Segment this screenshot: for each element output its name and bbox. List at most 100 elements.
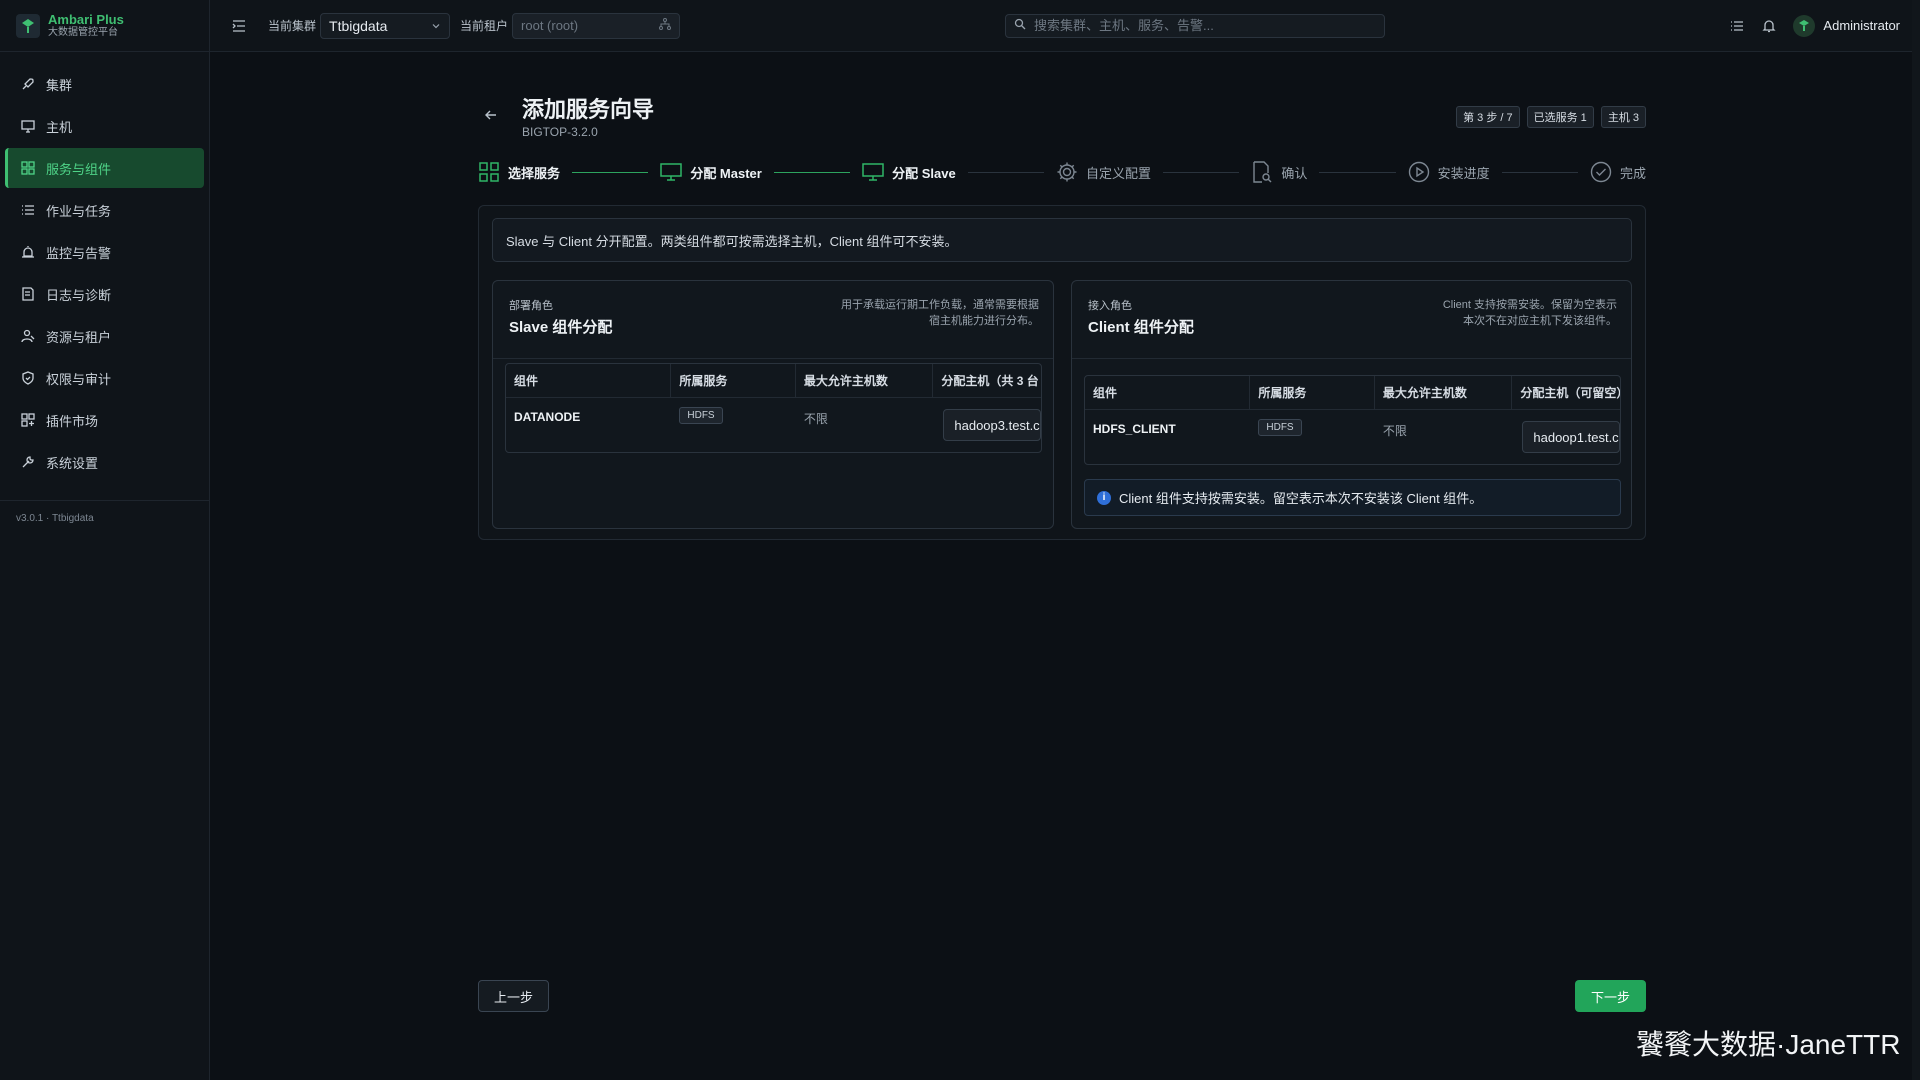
- tenant-select[interactable]: root (root): [512, 12, 681, 39]
- card-kicker: 接入角色: [1088, 300, 1132, 312]
- sidebar-item-settings[interactable]: 系统设置: [5, 442, 204, 482]
- cluster-select[interactable]: Ttbigdata: [320, 12, 451, 39]
- sidebar-item-services[interactable]: 服务与组件: [5, 148, 204, 188]
- check-circle-icon: [1590, 161, 1612, 183]
- step-connector: [1163, 171, 1240, 173]
- next-step-button[interactable]: 下一步: [1575, 980, 1646, 1012]
- table-header-row: 组件 所属服务 最大允许主机数 分配主机（可留空）: [1085, 376, 1620, 410]
- max-hosts: 不限: [1382, 424, 1407, 438]
- list-icon: [20, 202, 36, 218]
- task-list-icon[interactable]: [1727, 16, 1747, 36]
- step-install-progress[interactable]: 安装进度: [1408, 161, 1490, 183]
- sidebar-item-label: 资源与租户: [46, 329, 112, 345]
- search-icon: [1014, 18, 1026, 33]
- menu-toggle-icon[interactable]: [230, 17, 248, 35]
- sidebar-item-label: 主机: [46, 119, 73, 135]
- step-label: 安装进度: [1437, 165, 1490, 181]
- step-label: 分配 Slave: [892, 165, 956, 181]
- service-tag: HDFS: [1258, 419, 1302, 436]
- step-assign-slave[interactable]: 分配 Slave: [862, 161, 956, 183]
- card-description: Client 支持按需安装。保留为空表示本次不在对应主机下发该组件。: [1442, 299, 1617, 327]
- wrench-icon: [20, 454, 36, 470]
- rocket-icon: [20, 76, 36, 92]
- sidebar-item-label: 作业与任务: [46, 203, 112, 219]
- table-row: DATANODE HDFS 不限 hadoop3.test.c: [506, 398, 1041, 452]
- brand-name: Ambari Plus: [48, 11, 124, 27]
- client-card-header: 接入角色 Client 组件分配 Client 支持按需安装。保留为空表示本次不…: [1072, 281, 1631, 359]
- info-icon: i: [1097, 490, 1111, 505]
- step-assign-master[interactable]: 分配 Master: [660, 161, 762, 183]
- sidebar: Ambari Plus 大数据管控平台 集群 主机 服务与组件 作业与任务 监控…: [0, 0, 210, 1080]
- step-connector: [773, 171, 851, 173]
- sidebar-nav: 集群 主机 服务与组件 作业与任务 监控与告警 日志与诊断 资源与租户 权限与审…: [0, 52, 209, 482]
- sidebar-item-plugins[interactable]: 插件市场: [5, 400, 204, 440]
- tenant-label: 当前租户: [460, 19, 509, 33]
- sidebar-item-cluster[interactable]: 集群: [5, 64, 204, 104]
- sidebar-item-label: 监控与告警: [46, 245, 112, 261]
- back-arrow-icon[interactable]: [482, 106, 500, 124]
- wizard-badges: 第 3 步 / 7 已选服务 1 主机 3: [1449, 106, 1646, 128]
- column-header: 所属服务: [1250, 376, 1375, 409]
- sidebar-item-jobs[interactable]: 作业与任务: [5, 190, 204, 230]
- cluster-select-value: Ttbigdata: [329, 17, 388, 34]
- step-finish[interactable]: 完成: [1590, 161, 1646, 183]
- sidebar-item-label: 日志与诊断: [46, 287, 112, 303]
- search-input[interactable]: [1032, 17, 1362, 34]
- monitor-icon: [20, 118, 36, 134]
- topbar-actions: Administrator: [1715, 14, 1900, 37]
- global-search[interactable]: [1005, 13, 1385, 38]
- client-info-note: i Client 组件支持按需安装。留空表示本次不安装该 Client 组件。: [1084, 479, 1621, 516]
- tenant-placeholder: root (root): [521, 18, 579, 33]
- card-kicker: 部署角色: [509, 300, 553, 312]
- step-custom-config[interactable]: 自定义配置: [1056, 161, 1151, 183]
- brand[interactable]: Ambari Plus 大数据管控平台: [0, 0, 209, 52]
- card-description: 用于承载运行期工作负载，通常需要根据宿主机能力进行分布。: [841, 299, 1039, 327]
- shield-icon: [20, 370, 36, 386]
- grid-icon: [478, 161, 500, 183]
- column-header: 所属服务: [671, 364, 796, 397]
- column-header: 分配主机（共 3 台: [941, 374, 1039, 388]
- sidebar-item-logs[interactable]: 日志与诊断: [5, 274, 204, 314]
- tenant-tree-icon: [659, 18, 672, 33]
- step-connector: [1501, 171, 1578, 173]
- log-icon: [20, 286, 36, 302]
- step-select-services[interactable]: 选择服务: [478, 161, 560, 183]
- page-title: 添加服务向导: [522, 97, 655, 122]
- sidebar-item-hosts[interactable]: 主机: [5, 106, 204, 146]
- users-icon: [20, 328, 36, 344]
- step-badge: 第 3 步 / 7: [1456, 106, 1520, 128]
- previous-step-button[interactable]: 上一步: [478, 980, 549, 1012]
- info-banner: Slave 与 Client 分开配置。两类组件都可按需选择主机，Client …: [492, 218, 1632, 262]
- column-header: 分配主机（可留空）: [1520, 386, 1620, 400]
- gear-icon: [1056, 161, 1078, 183]
- client-note-text: Client 组件支持按需安装。留空表示本次不安装该 Client 组件。: [1119, 491, 1483, 506]
- sidebar-item-permissions[interactable]: 权限与审计: [5, 358, 204, 398]
- step-label: 完成: [1619, 165, 1646, 181]
- user-name[interactable]: Administrator: [1823, 18, 1900, 33]
- step-connector: [967, 171, 1045, 173]
- column-header: 组件: [1085, 376, 1251, 409]
- monitor-icon: [660, 161, 683, 183]
- document-search-icon: [1251, 161, 1273, 183]
- step-label: 选择服务: [508, 165, 561, 181]
- service-tag: HDFS: [679, 407, 723, 424]
- cluster-label: 当前集群: [268, 19, 317, 33]
- host-select[interactable]: hadoop3.test.c: [943, 409, 1041, 441]
- sidebar-item-monitoring[interactable]: 监控与告警: [5, 232, 204, 272]
- scrollbar[interactable]: [1912, 0, 1920, 1080]
- host-select[interactable]: hadoop1.test.c: [1522, 421, 1620, 453]
- sidebar-item-label: 服务与组件: [46, 161, 112, 177]
- column-header: 最大允许主机数: [1375, 376, 1513, 409]
- monitor-icon: [862, 161, 884, 183]
- assignment-panel: Slave 与 Client 分开配置。两类组件都可按需选择主机，Client …: [478, 205, 1646, 540]
- table-row: HDFS_CLIENT HDFS 不限 hadoop1.test.c: [1085, 410, 1620, 464]
- slave-table: 组件 所属服务 最大允许主机数 分配主机（共 3 台 DATANODE HDFS…: [505, 363, 1042, 453]
- step-confirm[interactable]: 确认: [1251, 161, 1307, 183]
- sidebar-item-label: 系统设置: [46, 455, 99, 471]
- sidebar-item-resources[interactable]: 资源与租户: [5, 316, 204, 356]
- alarm-icon: [20, 244, 36, 260]
- bell-icon[interactable]: [1759, 16, 1779, 36]
- step-label: 确认: [1281, 165, 1308, 181]
- step-label: 自定义配置: [1086, 165, 1152, 181]
- avatar[interactable]: [1793, 14, 1816, 37]
